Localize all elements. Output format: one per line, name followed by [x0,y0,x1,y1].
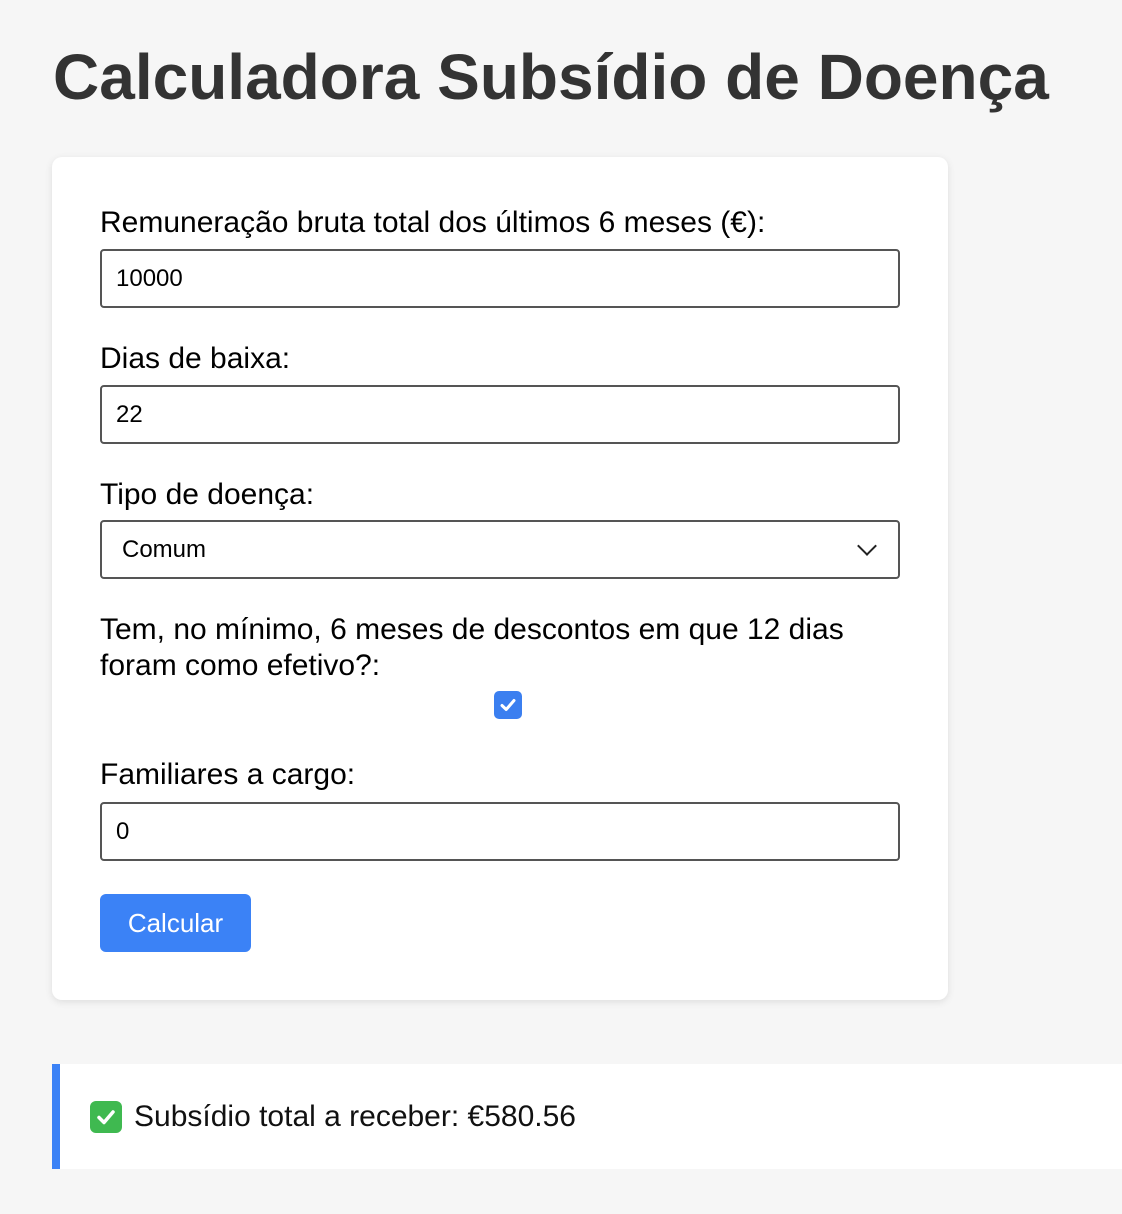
tipo-selected-value: Comum [122,535,207,563]
result-panel: Subsídio total a receber: €580.56 [52,1064,1122,1169]
remuneracao-input[interactable] [100,249,900,308]
check-mark-icon [90,1100,122,1133]
remuneracao-label: Remuneração bruta total dos últimos 6 me… [100,206,766,239]
page-title: Calculadora Subsídio de Doença [53,41,1049,113]
descontos-checkbox[interactable] [494,691,522,719]
calculator-form: Remuneração bruta total dos últimos 6 me… [52,157,948,1000]
familiares-label: Familiares a cargo: [100,758,356,791]
chevron-down-icon [857,535,877,556]
descontos-label-line2: foram como efetivo?: [100,649,381,682]
result-text: Subsídio total a receber: €580.56 [134,1099,576,1133]
calcular-button[interactable]: Calcular [100,894,251,952]
checkmark-icon [500,699,516,711]
dias-label: Dias de baixa: [100,342,291,375]
tipo-label: Tipo de doença: [100,478,315,511]
check-mark-glyph [97,1109,115,1124]
dias-input[interactable] [100,385,900,444]
tipo-select[interactable]: Comum [100,520,900,579]
descontos-label-line1: Tem, no mínimo, 6 meses de descontos em … [100,613,844,646]
familiares-input[interactable] [100,802,900,861]
